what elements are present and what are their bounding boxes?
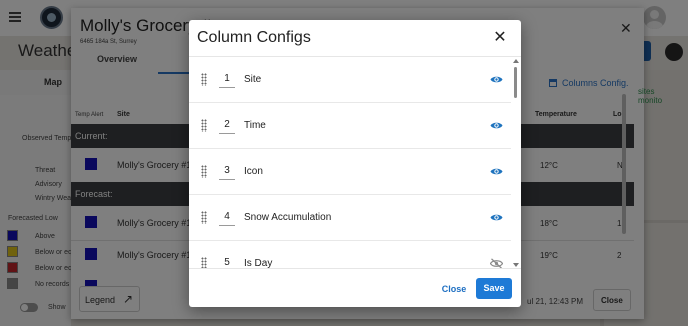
column-name: Snow Accumulation — [244, 212, 332, 223]
column-order-input[interactable]: 5 — [219, 255, 235, 268]
column-order-input[interactable]: 4 — [219, 209, 235, 226]
column-order-input[interactable]: 1 — [219, 71, 235, 88]
close-icon[interactable]: ✕ — [492, 29, 508, 47]
eye-icon[interactable] — [490, 75, 503, 84]
column-config-row: 3 Icon — [189, 149, 511, 195]
drag-handle-icon[interactable] — [201, 165, 207, 178]
list-scrollbar[interactable] — [512, 59, 519, 268]
column-order-input[interactable]: 2 — [219, 117, 235, 134]
scroll-down-arrow-icon[interactable] — [513, 263, 519, 267]
modal-title: Column Configs — [197, 29, 311, 46]
column-configs-modal: Column Configs ✕ 1 Site 2 Time 3 Icon 4 … — [189, 20, 521, 307]
drag-handle-icon[interactable] — [201, 73, 207, 86]
column-config-row: 1 Site — [189, 57, 511, 103]
column-name: Site — [244, 74, 262, 85]
eye-icon[interactable] — [490, 213, 503, 222]
drag-handle-icon[interactable] — [201, 211, 207, 224]
close-button[interactable]: Close — [440, 279, 468, 299]
eye-off-icon[interactable] — [490, 258, 503, 268]
scroll-up-arrow-icon[interactable] — [513, 59, 519, 63]
scroll-thumb[interactable] — [514, 67, 517, 98]
drag-handle-icon[interactable] — [201, 119, 207, 132]
eye-icon[interactable] — [490, 167, 503, 176]
eye-icon[interactable] — [490, 121, 503, 130]
column-config-row: 2 Time — [189, 103, 511, 149]
column-name: Icon — [244, 166, 263, 177]
column-name: Time — [244, 120, 266, 131]
column-order-input[interactable]: 3 — [219, 163, 235, 180]
drag-handle-icon[interactable] — [201, 257, 207, 268]
column-config-list[interactable]: 1 Site 2 Time 3 Icon 4 Snow Accumulation… — [189, 56, 521, 269]
column-config-row: 4 Snow Accumulation — [189, 195, 511, 241]
column-name: Is Day — [244, 258, 273, 269]
save-button[interactable]: Save — [476, 278, 512, 299]
column-config-row: 5 Is Day — [189, 241, 511, 269]
